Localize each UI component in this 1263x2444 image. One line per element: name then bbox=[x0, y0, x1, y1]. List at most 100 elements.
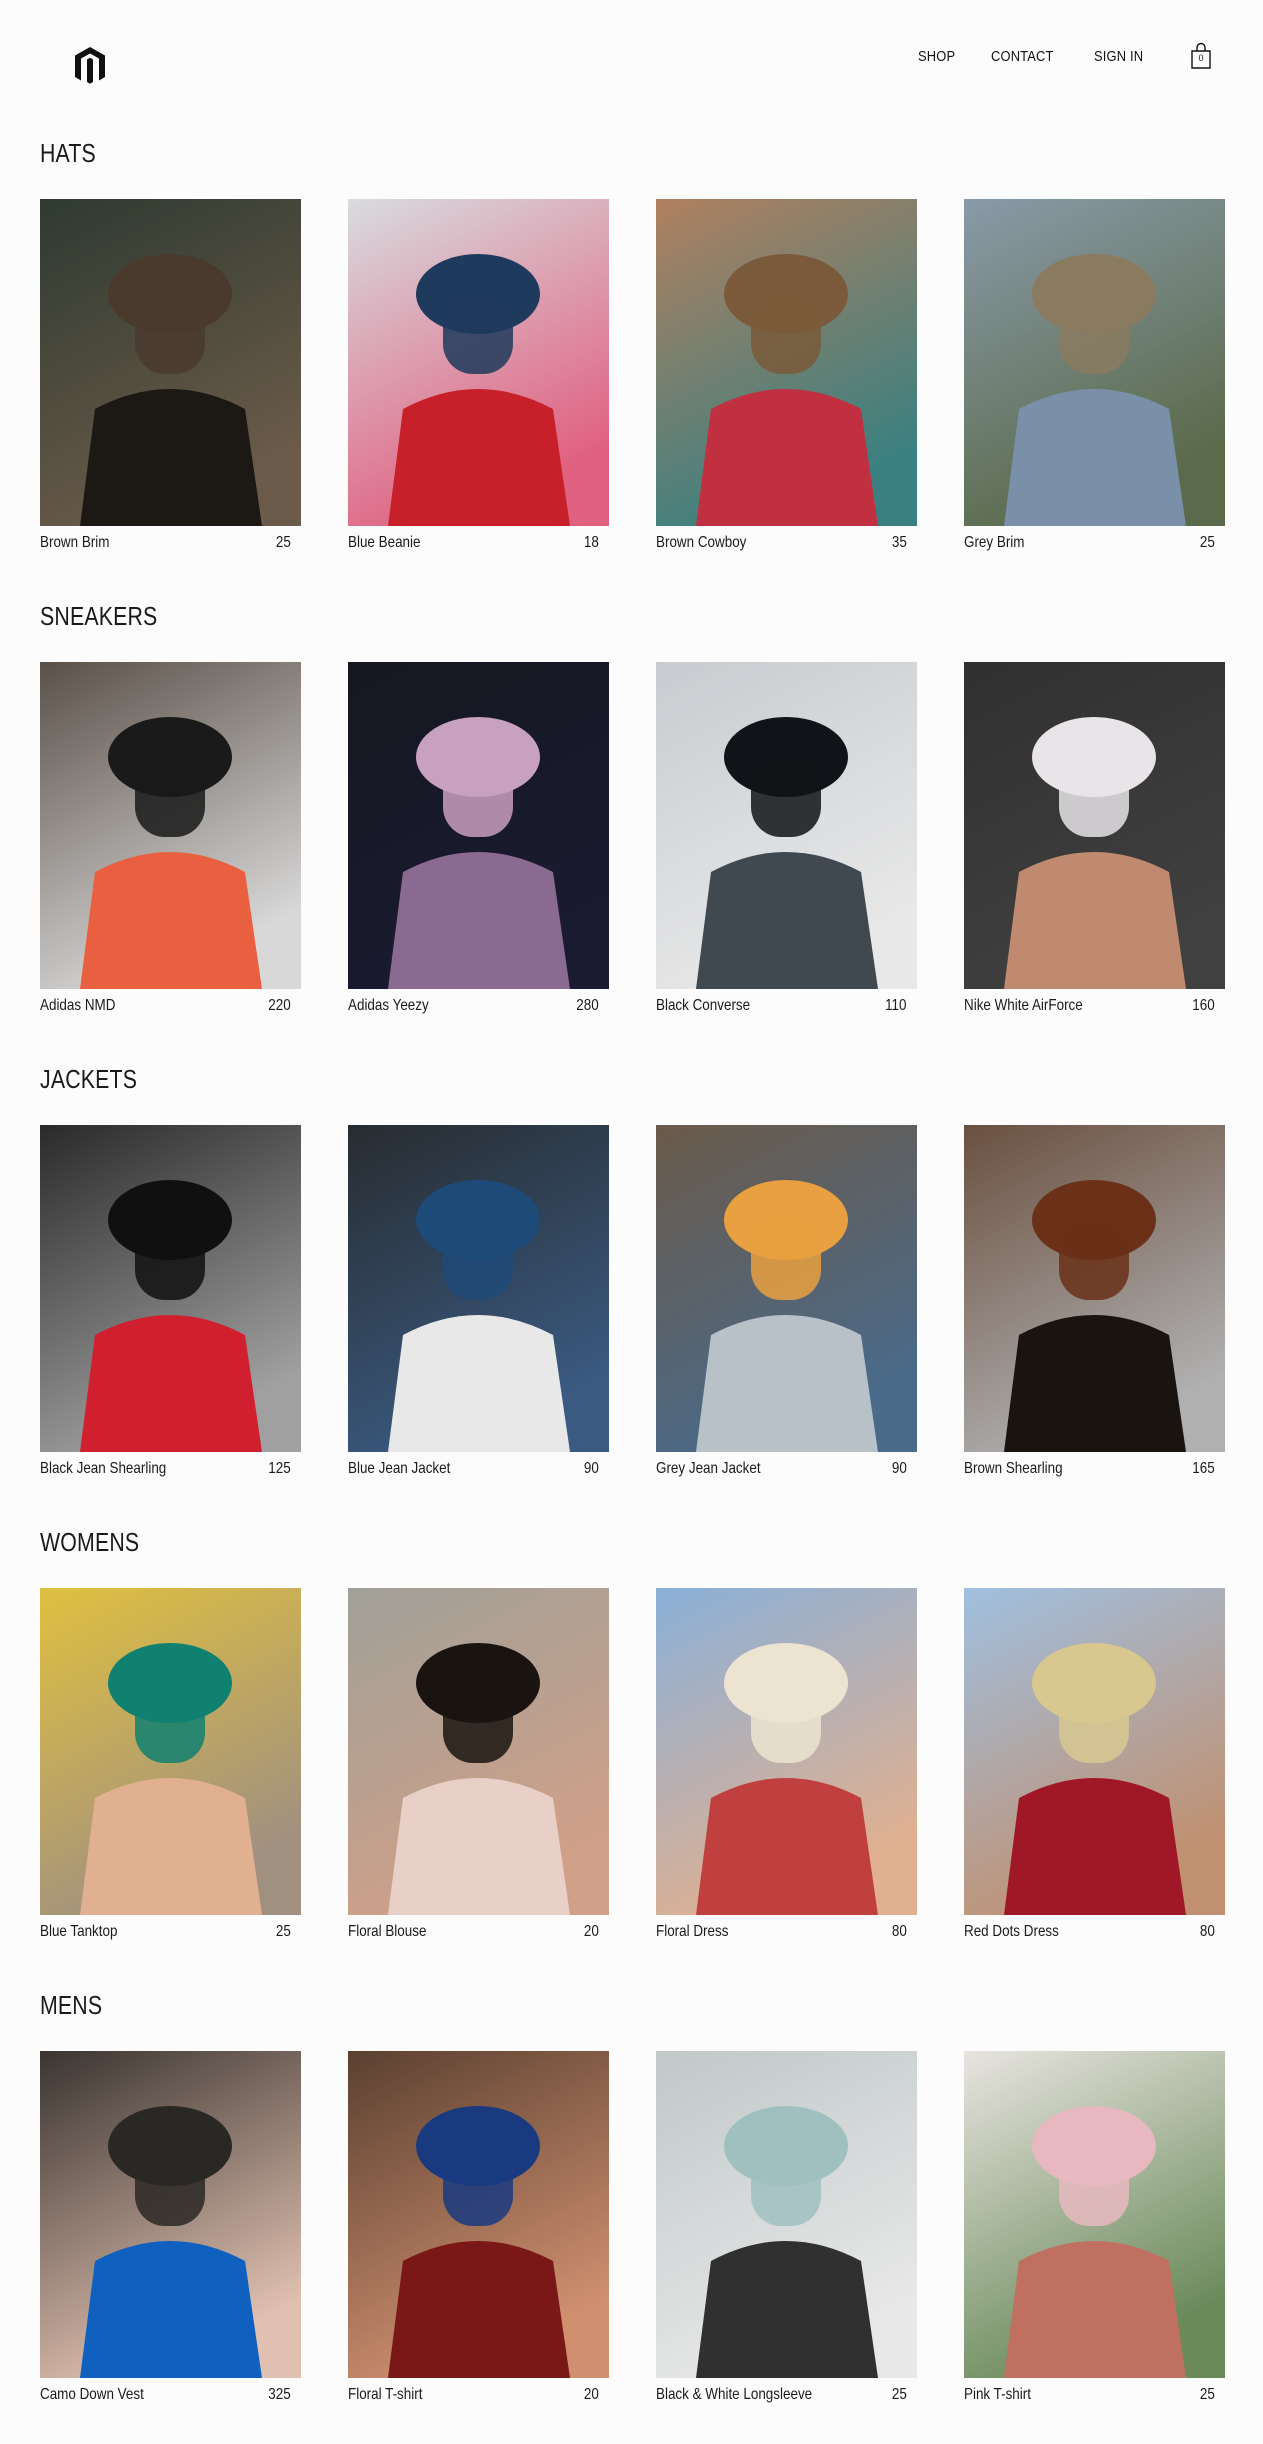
product-footer: Floral Dress 80 bbox=[656, 1915, 917, 1943]
product-grid: Blue Tanktop 25 Floral Blouse 20 Floral Dres… bbox=[40, 1588, 1226, 1943]
product-card[interactable]: Nike White AirForce 160 bbox=[964, 662, 1225, 1017]
product-photo bbox=[656, 662, 917, 989]
collection-title[interactable]: JACKETS bbox=[40, 1059, 1013, 1099]
product-card[interactable]: Black Converse 110 bbox=[656, 662, 917, 1017]
product-card[interactable]: Floral T-shirt 20 bbox=[348, 2051, 609, 2406]
product-price: 25 bbox=[892, 2386, 907, 2403]
product-image[interactable] bbox=[964, 662, 1225, 989]
product-card[interactable]: Brown Shearling 165 bbox=[964, 1125, 1225, 1480]
product-card[interactable]: Blue Beanie 18 bbox=[348, 199, 609, 554]
nav-contact-link[interactable]: CONTACT bbox=[991, 48, 1054, 65]
product-card[interactable]: Adidas NMD 220 bbox=[40, 662, 301, 1017]
product-photo bbox=[656, 1588, 917, 1915]
product-photo bbox=[656, 2051, 917, 2378]
product-card[interactable]: Blue Tanktop 25 bbox=[40, 1588, 301, 1943]
product-price: 25 bbox=[276, 534, 291, 551]
product-image[interactable] bbox=[40, 1125, 301, 1452]
product-name: Adidas NMD bbox=[40, 997, 116, 1014]
product-image[interactable] bbox=[348, 2051, 609, 2378]
product-grid: Brown Brim 25 Blue Beanie 18 Brown Cowboy 35 G… bbox=[40, 199, 1226, 554]
product-photo bbox=[40, 1125, 301, 1452]
product-price: 280 bbox=[576, 997, 599, 1014]
product-image[interactable] bbox=[40, 199, 301, 526]
product-price: 18 bbox=[584, 534, 599, 551]
product-photo bbox=[964, 1588, 1225, 1915]
product-card[interactable]: Grey Jean Jacket 90 bbox=[656, 1125, 917, 1480]
product-name: Pink T-shirt bbox=[964, 2386, 1031, 2403]
cart-count: 0 bbox=[1198, 53, 1204, 63]
product-card[interactable]: Blue Jean Jacket 90 bbox=[348, 1125, 609, 1480]
product-price: 325 bbox=[268, 2386, 291, 2403]
product-image[interactable] bbox=[964, 2051, 1225, 2378]
product-footer: Floral T-shirt 20 bbox=[348, 2378, 609, 2406]
product-price: 165 bbox=[1192, 1460, 1215, 1477]
main-nav: SHOP CONTACT SIGN IN 0 bbox=[888, 42, 1213, 70]
product-image[interactable] bbox=[348, 1588, 609, 1915]
collection-title[interactable]: WOMENS bbox=[40, 1522, 1013, 1562]
product-image[interactable] bbox=[40, 2051, 301, 2378]
product-image[interactable] bbox=[964, 199, 1225, 526]
product-photo bbox=[348, 199, 609, 526]
product-name: Grey Jean Jacket bbox=[656, 1460, 761, 1477]
product-card[interactable]: Floral Blouse 20 bbox=[348, 1588, 609, 1943]
product-footer: Pink T-shirt 25 bbox=[964, 2378, 1225, 2406]
product-grid: Black Jean Shearling 125 Blue Jean Jacket 9… bbox=[40, 1125, 1226, 1480]
product-card[interactable]: Red Dots Dress 80 bbox=[964, 1588, 1225, 1943]
product-image[interactable] bbox=[348, 199, 609, 526]
product-image[interactable] bbox=[964, 1125, 1225, 1452]
cart-button[interactable]: 0 bbox=[1189, 42, 1213, 70]
collection-title[interactable]: SNEAKERS bbox=[40, 596, 1013, 636]
product-card[interactable]: Camo Down Vest 325 bbox=[40, 2051, 301, 2406]
product-name: Floral T-shirt bbox=[348, 2386, 423, 2403]
product-name: Blue Jean Jacket bbox=[348, 1460, 451, 1477]
product-footer: Brown Shearling 165 bbox=[964, 1452, 1225, 1480]
product-card[interactable]: Brown Cowboy 35 bbox=[656, 199, 917, 554]
collection-sneakers: SNEAKERS Adidas NMD 220 Adidas Yeezy 280 Blac… bbox=[40, 596, 1226, 1017]
product-name: Black Converse bbox=[656, 997, 751, 1014]
product-name: Brown Brim bbox=[40, 534, 110, 551]
product-card[interactable]: Grey Brim 25 bbox=[964, 199, 1225, 554]
product-photo bbox=[40, 662, 301, 989]
product-name: Blue Beanie bbox=[348, 534, 421, 551]
product-footer: Grey Brim 25 bbox=[964, 526, 1225, 554]
product-price: 125 bbox=[268, 1460, 291, 1477]
collection-title[interactable]: HATS bbox=[40, 133, 1013, 173]
product-photo bbox=[964, 662, 1225, 989]
product-image[interactable] bbox=[656, 199, 917, 526]
product-footer: Grey Jean Jacket 90 bbox=[656, 1452, 917, 1480]
product-price: 35 bbox=[892, 534, 907, 551]
product-card[interactable]: Floral Dress 80 bbox=[656, 1588, 917, 1943]
product-image[interactable] bbox=[40, 1588, 301, 1915]
product-card[interactable]: Pink T-shirt 25 bbox=[964, 2051, 1225, 2406]
product-photo bbox=[656, 199, 917, 526]
product-price: 90 bbox=[584, 1460, 599, 1477]
collection-title[interactable]: MENS bbox=[40, 1985, 1013, 2025]
product-card[interactable]: Black & White Longsleeve 25 bbox=[656, 2051, 917, 2406]
product-image[interactable] bbox=[348, 1125, 609, 1452]
product-image[interactable] bbox=[656, 2051, 917, 2378]
product-photo bbox=[348, 1588, 609, 1915]
product-photo bbox=[40, 199, 301, 526]
product-card[interactable]: Black Jean Shearling 125 bbox=[40, 1125, 301, 1480]
product-footer: Black Jean Shearling 125 bbox=[40, 1452, 301, 1480]
nav-sign-in-link[interactable]: SIGN IN bbox=[1094, 48, 1143, 65]
product-name: Floral Dress bbox=[656, 1923, 729, 1940]
product-footer: Brown Brim 25 bbox=[40, 526, 301, 554]
product-footer: Floral Blouse 20 bbox=[348, 1915, 609, 1943]
nav-shop-link[interactable]: SHOP bbox=[918, 48, 955, 65]
product-image[interactable] bbox=[964, 1588, 1225, 1915]
product-price: 20 bbox=[584, 1923, 599, 1940]
product-card[interactable]: Brown Brim 25 bbox=[40, 199, 301, 554]
product-image[interactable] bbox=[656, 662, 917, 989]
product-image[interactable] bbox=[40, 662, 301, 989]
product-image[interactable] bbox=[348, 662, 609, 989]
product-image[interactable] bbox=[656, 1588, 917, 1915]
product-price: 160 bbox=[1192, 997, 1215, 1014]
product-image[interactable] bbox=[656, 1125, 917, 1452]
product-photo bbox=[964, 1125, 1225, 1452]
site-header: SHOP CONTACT SIGN IN 0 bbox=[0, 0, 1263, 130]
product-card[interactable]: Adidas Yeezy 280 bbox=[348, 662, 609, 1017]
logo-icon[interactable] bbox=[70, 44, 110, 84]
collection-hats: HATS Brown Brim 25 Blue Beanie 18 Brown Cowbo… bbox=[40, 133, 1226, 554]
product-name: Adidas Yeezy bbox=[348, 997, 429, 1014]
